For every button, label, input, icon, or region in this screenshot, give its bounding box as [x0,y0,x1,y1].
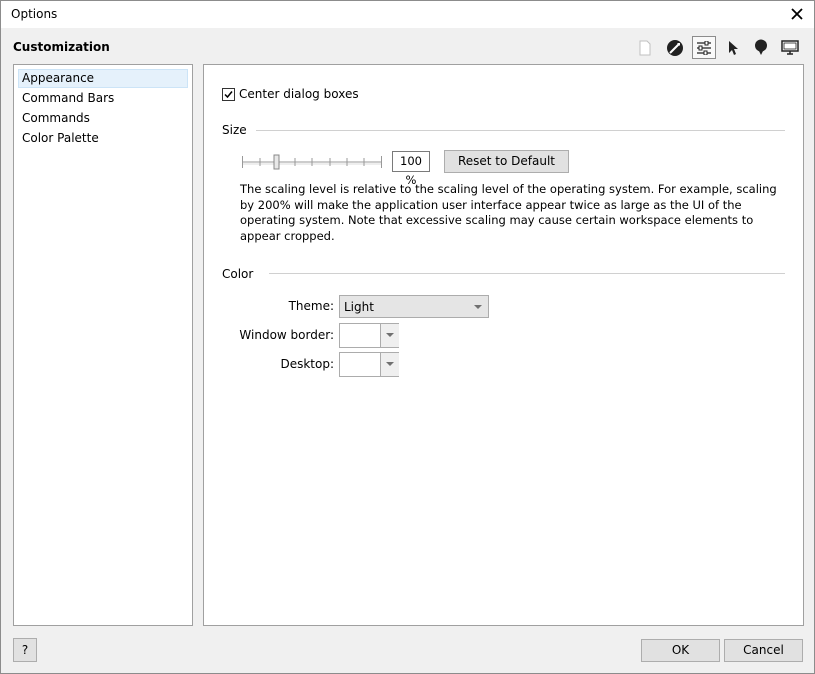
theme-label: Theme: [288,299,334,313]
pointer-category-button[interactable] [721,36,745,59]
tree-item-label: Command Bars [22,91,115,105]
color-section-label: Color [222,267,254,281]
tree-item-commands[interactable]: Commands [18,109,188,128]
sliders-icon [697,40,711,55]
size-section-label: Size [222,123,247,137]
page-title: Customization [13,40,110,54]
category-tree: Appearance Command Bars Commands Color P… [13,64,193,626]
desktop-color-picker[interactable] [339,352,399,377]
chevron-down-icon [386,333,394,337]
globe-pen-category-button[interactable] [663,36,687,59]
ok-button[interactable]: OK [641,639,720,662]
window-border-label: Window border: [239,328,334,342]
chevron-down-icon [474,305,482,309]
center-dialogs-option[interactable]: Center dialog boxes [222,87,359,101]
tree-item-command-bars[interactable]: Command Bars [18,89,188,108]
reset-button-label: Reset to Default [457,154,556,168]
window-title: Options [11,7,58,21]
help-button[interactable]: ? [13,638,37,662]
center-dialogs-checkbox[interactable] [222,87,235,101]
monitor-category-button[interactable] [778,36,802,59]
balloon-icon [755,39,767,55]
color-section-divider [269,273,785,274]
pointer-icon [729,40,738,55]
monitor-icon [781,40,799,55]
size-section-divider [256,130,785,131]
close-icon [791,8,803,20]
scaling-value-field[interactable]: 100 % [392,151,430,187]
balloon-category-button[interactable] [749,36,773,59]
cancel-button-label: Cancel [743,643,784,657]
document-category-button[interactable] [633,36,657,59]
slider-thumb [273,154,280,170]
window-border-swatch [340,324,380,347]
scaling-slider[interactable] [242,153,382,171]
reset-to-default-button[interactable]: Reset to Default [444,150,569,173]
tree-item-label: Appearance [22,71,95,85]
checkmark-icon [224,90,233,98]
options-dialog: Options Customization Appearance Command… [0,0,815,674]
close-button[interactable] [785,3,809,25]
desktop-label: Desktop: [280,357,334,371]
tree-item-color-palette[interactable]: Color Palette [18,129,188,148]
scaling-description: The scaling level is relative to the sca… [240,182,777,243]
window-border-dropdown-button[interactable] [380,324,399,347]
chevron-down-icon [386,362,394,366]
customization-category-button[interactable] [692,36,716,59]
title-bar: Options [1,1,814,28]
desktop-swatch [340,353,380,376]
tree-item-label: Color Palette [22,131,99,145]
appearance-panel: Center dialog boxes Size 100 % Reset to … [203,64,804,626]
tree-item-appearance[interactable]: Appearance [18,69,188,88]
document-icon [639,40,651,55]
desktop-dropdown-button[interactable] [380,353,399,376]
theme-dropdown[interactable]: Light [339,295,489,318]
theme-value: Light [344,300,374,314]
cancel-button[interactable]: Cancel [724,639,803,662]
window-border-color-picker[interactable] [339,323,399,348]
ok-button-label: OK [671,643,690,657]
globe-pen-icon [667,39,683,56]
help-button-label: ? [21,643,29,657]
center-dialogs-label: Center dialog boxes [239,87,359,101]
tree-item-label: Commands [22,111,90,125]
